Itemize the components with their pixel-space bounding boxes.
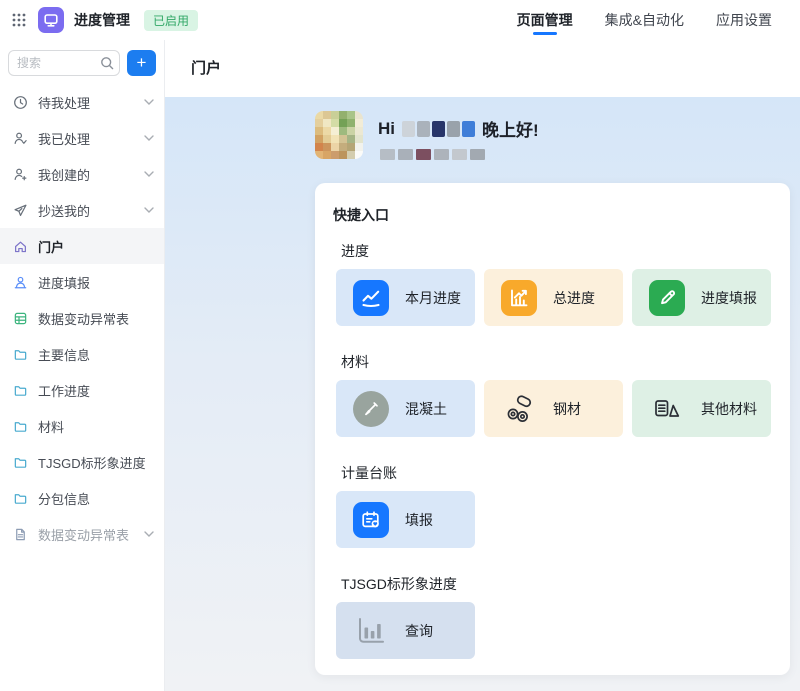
sidebar-item-label: 数据变动异常表 bbox=[38, 525, 129, 544]
tab-page-management[interactable]: 页面管理 bbox=[517, 0, 573, 40]
calendar-check-icon bbox=[353, 502, 389, 538]
sidebar-item-label: 主要信息 bbox=[38, 345, 90, 364]
tab-label: 集成&自动化 bbox=[605, 10, 684, 30]
chevron-down-icon bbox=[144, 207, 154, 213]
section-ledger: 计量台账 填报 bbox=[315, 463, 790, 548]
folder-icon bbox=[12, 490, 28, 506]
page-header: 门户 bbox=[165, 40, 800, 97]
sidebar-item-cc[interactable]: 抄送我的 bbox=[0, 192, 164, 228]
sidebar-item-processed[interactable]: 我已处理 bbox=[0, 120, 164, 156]
app-logo-icon bbox=[38, 7, 64, 33]
avatar bbox=[315, 111, 363, 159]
folder-icon bbox=[12, 382, 28, 398]
tile-query[interactable]: 查询 bbox=[336, 602, 475, 659]
tile-progress-filling[interactable]: 进度填报 bbox=[632, 269, 771, 326]
greeting-prefix: Hi bbox=[378, 119, 395, 139]
section-tjsgd: TJSGD标形象进度 查询 bbox=[315, 574, 790, 659]
chevron-down-icon bbox=[144, 135, 154, 141]
redacted-subtitle bbox=[380, 149, 539, 160]
sidebar-item-label: 我已处理 bbox=[38, 129, 90, 148]
person-check-icon bbox=[12, 130, 28, 146]
sidebar-item-tjsgd-progress[interactable]: TJSGD标形象进度 bbox=[0, 444, 164, 480]
tile-monthly-progress[interactable]: 本月进度 bbox=[336, 269, 475, 326]
tile-other-materials[interactable]: 其他材料 bbox=[632, 380, 771, 437]
section-materials: 材料 混凝土 钢材 bbox=[315, 352, 790, 437]
steel-pipes-icon bbox=[501, 391, 537, 427]
folder-icon bbox=[12, 454, 28, 470]
clock-icon bbox=[12, 94, 28, 110]
status-badge: 已启用 bbox=[144, 10, 198, 31]
sidebar-item-label: 工作进度 bbox=[38, 381, 90, 400]
doc-ruler-icon bbox=[649, 391, 685, 427]
app-title: 进度管理 bbox=[74, 10, 130, 30]
section-title: 材料 bbox=[341, 352, 790, 372]
chevron-down-icon bbox=[144, 531, 154, 537]
person-card-icon bbox=[12, 274, 28, 290]
sidebar-item-label: 进度填报 bbox=[38, 273, 90, 292]
send-icon bbox=[12, 202, 28, 218]
sidebar-item-work-progress[interactable]: 工作进度 bbox=[0, 372, 164, 408]
tile-concrete[interactable]: 混凝土 bbox=[336, 380, 475, 437]
redacted-username bbox=[402, 121, 475, 137]
bar-chart-gray-icon bbox=[353, 613, 389, 649]
tab-label: 应用设置 bbox=[716, 10, 772, 30]
sidebar-item-data-change-table-2[interactable]: 数据变动异常表 bbox=[0, 516, 164, 552]
topnav: 页面管理 集成&自动化 应用设置 bbox=[517, 0, 800, 40]
greeting-line: Hi 晚上好! bbox=[378, 116, 539, 141]
sidebar-item-main-info[interactable]: 主要信息 bbox=[0, 336, 164, 372]
add-button[interactable]: + bbox=[127, 50, 156, 76]
active-tab-underline bbox=[533, 32, 557, 35]
greeting: Hi 晚上好! bbox=[315, 111, 539, 160]
sidebar-item-progress-filling[interactable]: 进度填报 bbox=[0, 264, 164, 300]
sidebar-item-created[interactable]: 我创建的 bbox=[0, 156, 164, 192]
section-title: 计量台账 bbox=[341, 463, 790, 483]
document-icon bbox=[12, 526, 28, 542]
topbar-left: 进度管理 已启用 bbox=[0, 7, 198, 33]
page-title: 门户 bbox=[191, 40, 800, 97]
sidebar-item-portal[interactable]: 门户 bbox=[0, 228, 164, 264]
sidebar-item-label: 数据变动异常表 bbox=[38, 309, 129, 328]
sidebar-item-pending[interactable]: 待我处理 bbox=[0, 84, 164, 120]
sidebar-menu: 待我处理 我已处理 我创建的 bbox=[0, 84, 164, 552]
home-icon bbox=[12, 238, 28, 254]
folder-icon bbox=[12, 418, 28, 434]
chevron-down-icon bbox=[144, 99, 154, 105]
sidebar-item-label: 我创建的 bbox=[38, 165, 90, 184]
sidebar-item-label: 门户 bbox=[38, 237, 64, 256]
tile-steel[interactable]: 钢材 bbox=[484, 380, 623, 437]
section-title: TJSGD标形象进度 bbox=[341, 574, 790, 594]
sidebar-item-subcontract-info[interactable]: 分包信息 bbox=[0, 480, 164, 516]
sidebar-item-materials[interactable]: 材料 bbox=[0, 408, 164, 444]
quick-entry-title: 快捷入口 bbox=[333, 205, 790, 225]
sidebar-item-label: 抄送我的 bbox=[38, 201, 90, 220]
chevron-down-icon bbox=[144, 171, 154, 177]
topbar: 进度管理 已启用 页面管理 集成&自动化 应用设置 bbox=[0, 0, 800, 40]
folder-icon bbox=[12, 346, 28, 362]
quick-entry-card: 快捷入口 进度 本月进度 总进度 bbox=[315, 183, 790, 675]
line-chart-icon bbox=[353, 280, 389, 316]
apps-grid-icon[interactable] bbox=[10, 11, 28, 29]
tab-label: 页面管理 bbox=[517, 10, 573, 30]
sidebar-item-data-change-table[interactable]: 数据变动异常表 bbox=[0, 300, 164, 336]
section-progress: 进度 本月进度 总进度 bbox=[315, 241, 790, 326]
sidebar-item-label: 待我处理 bbox=[38, 93, 90, 112]
bar-chart-icon bbox=[501, 280, 537, 316]
tab-app-settings[interactable]: 应用设置 bbox=[716, 0, 772, 40]
trowel-icon bbox=[353, 391, 389, 427]
greeting-suffix: 晚上好! bbox=[482, 116, 539, 141]
sidebar-item-label: 材料 bbox=[38, 417, 64, 436]
portal-content: Hi 晚上好! 快捷入口 进度 本月进度 bbox=[165, 97, 800, 691]
sidebar-item-label: TJSGD标形象进度 bbox=[38, 453, 146, 472]
section-title: 进度 bbox=[341, 241, 790, 261]
tile-ledger-filling[interactable]: 填报 bbox=[336, 491, 475, 548]
person-plus-icon bbox=[12, 166, 28, 182]
tile-total-progress[interactable]: 总进度 bbox=[484, 269, 623, 326]
search-icon bbox=[100, 56, 114, 75]
tab-integration-automation[interactable]: 集成&自动化 bbox=[605, 0, 684, 40]
sidebar: + 待我处理 我已处理 我创建的 bbox=[0, 40, 165, 691]
pencil-icon bbox=[649, 280, 685, 316]
table-icon bbox=[12, 310, 28, 326]
search-box bbox=[8, 50, 120, 76]
sidebar-item-label: 分包信息 bbox=[38, 489, 90, 508]
